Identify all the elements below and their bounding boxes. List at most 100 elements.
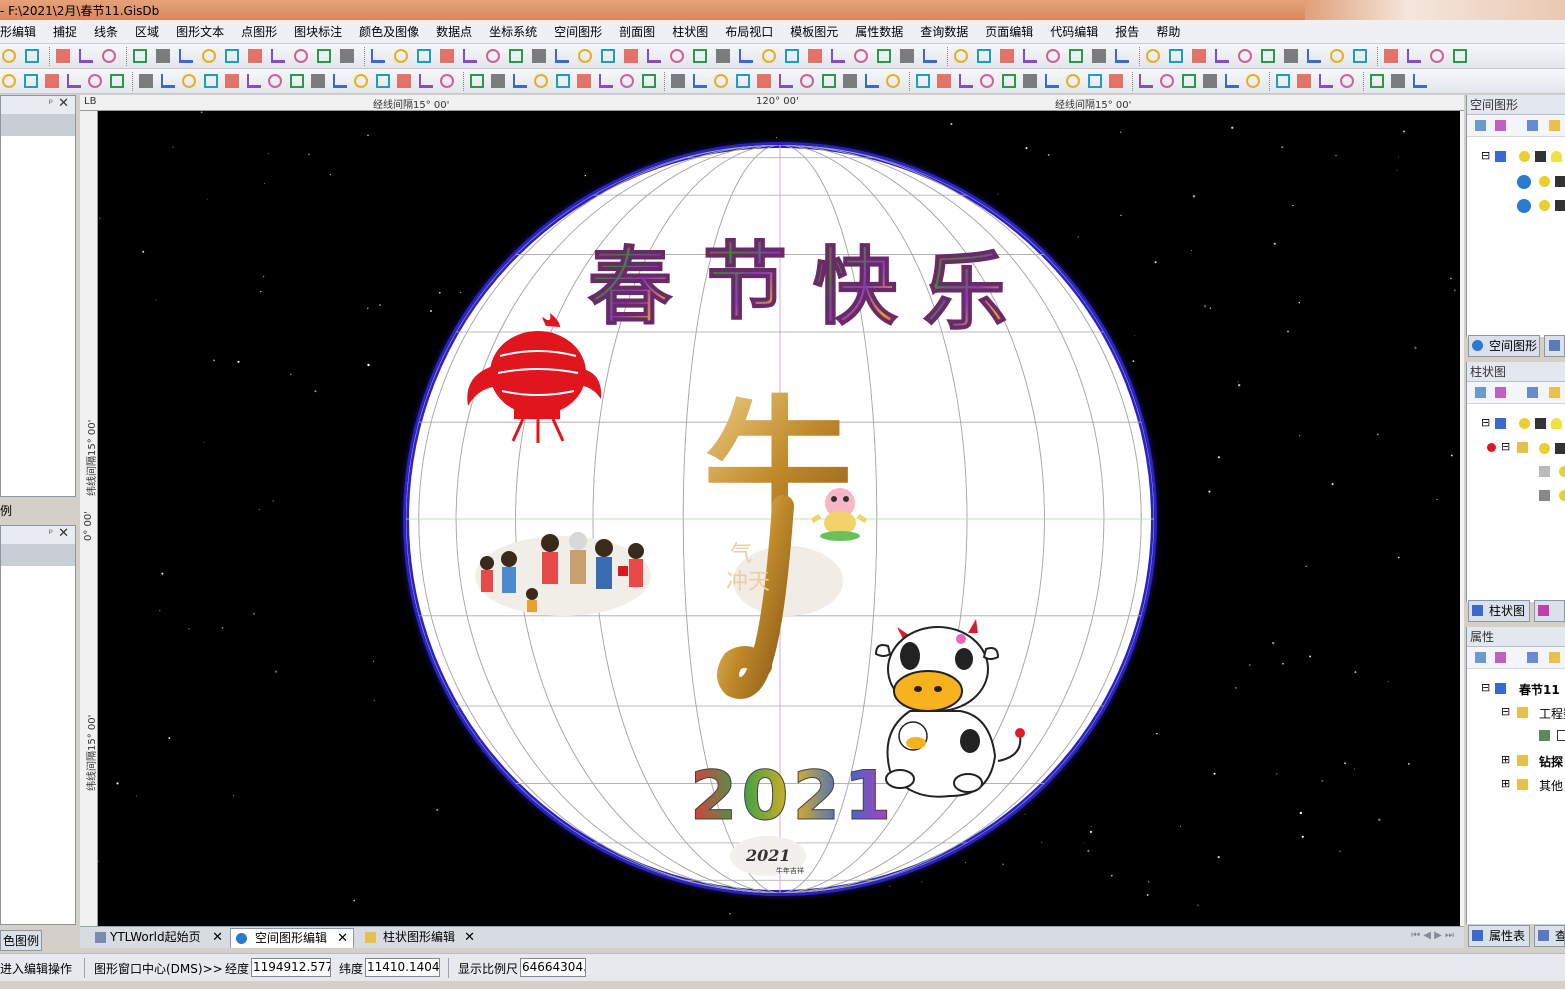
toolbar-tool-icon[interactable] [937,74,951,88]
tab-query[interactable]: 查 [1534,925,1565,947]
toolbar-tool-icon[interactable] [340,49,354,63]
toolbar-tool-icon[interactable] [486,49,500,63]
tab-bar[interactable]: 柱状图 [1468,600,1530,622]
tool-icon[interactable] [1527,120,1538,131]
toolbar-tool-icon[interactable] [735,74,750,88]
toolbar-tool-icon[interactable] [1340,74,1354,88]
toolbar-tool-icon[interactable] [1001,74,1016,88]
toolbar-tool-icon[interactable] [1046,49,1060,63]
lock-icon[interactable] [1535,151,1546,162]
toolbar-tool-icon[interactable] [1353,49,1367,63]
toolbar-tool-icon[interactable] [109,74,124,88]
toolbar-tool-icon[interactable] [778,74,793,88]
toolbar-tool-icon[interactable] [877,49,891,63]
toolbar-tool-icon[interactable] [512,74,527,88]
toolbar-tool-icon[interactable] [2,49,16,63]
toolbar-tool-icon[interactable] [1087,74,1102,88]
tree-root-label[interactable]: 春节11 [1519,681,1560,698]
toolbar-tool-icon[interactable] [225,74,239,88]
toolbar-tool-icon[interactable] [534,74,548,88]
toolbar-tool-icon[interactable] [1384,49,1398,63]
toolbar-tool-icon[interactable] [757,74,771,88]
menu-item-2[interactable]: 线条 [86,21,127,43]
toolbar-tool-icon[interactable] [1215,49,1229,63]
toolbar-tool-icon[interactable] [714,74,728,88]
lock-icon[interactable] [1555,443,1565,454]
toolbar-tool-icon[interactable] [25,49,39,63]
toolbar-tool-icon[interactable] [1092,49,1106,63]
menu-item-19[interactable]: 报告 [1107,21,1148,43]
toolbar-tool-icon[interactable] [440,49,454,63]
visibility-icon[interactable] [1539,200,1550,211]
toolbar-tool-icon[interactable] [354,74,368,88]
toolbar-tool-icon[interactable] [394,49,408,63]
toolbar-tool-icon[interactable] [202,49,216,63]
menu-item-1[interactable]: 捕捉 [45,21,86,43]
toolbar-tool-icon[interactable] [1069,49,1083,63]
menu-item-6[interactable]: 图块标注 [286,21,351,43]
lock-icon[interactable] [1535,418,1546,429]
toolbar-tool-icon[interactable] [958,74,973,88]
toolbar-tool-icon[interactable] [56,49,70,63]
tree-expander[interactable]: ⊟ [1501,440,1510,453]
tab-props[interactable]: 属性表 [1468,925,1530,947]
toolbar-tool-icon[interactable] [808,49,822,63]
toolbar-tool-icon[interactable] [977,49,991,63]
toolbar-tool-icon[interactable] [1430,49,1444,63]
toolbar-tool-icon[interactable] [271,49,285,63]
toolbar-tool-icon[interactable] [577,74,591,88]
toolbar-tool-icon[interactable] [397,74,411,88]
toolbar-tool-icon[interactable] [692,74,707,88]
folder-icon[interactable] [1549,652,1560,663]
toolbar-tool-icon[interactable] [555,49,569,63]
toolbar-tool-icon[interactable] [156,49,170,63]
toolbar-tool-icon[interactable] [133,49,147,63]
toolbar-tool-icon[interactable] [179,49,193,63]
left-panel-tab-legend[interactable]: 色图例 [0,930,43,951]
toolbar-tool-icon[interactable] [641,74,656,88]
status-scale-value[interactable]: 64664304.42 [520,958,586,977]
toolbar-tool-icon[interactable] [248,49,262,63]
toolbar-tool-icon[interactable] [671,74,685,88]
toolbar-tool-icon[interactable] [139,74,153,88]
toolbar-tool-icon[interactable] [1369,74,1384,88]
tab-profile[interactable] [1544,335,1565,357]
toolbar-tool-icon[interactable] [864,74,879,88]
tab-spatial[interactable]: 空间图形 [1468,335,1540,357]
toolbar-tool-icon[interactable] [670,49,684,63]
toolbar-tool-icon[interactable] [491,74,505,88]
menu-item-20[interactable]: 帮助 [1148,21,1189,43]
toolbar-tool-icon[interactable] [1146,49,1160,63]
tree-item-2[interactable]: 钻探 [1539,753,1563,770]
tool-icon[interactable] [1495,387,1506,398]
toolbar-tool-icon[interactable] [1261,49,1275,63]
menu-item-15[interactable]: 属性数据 [847,21,912,43]
toolbar-tool-icon[interactable] [332,74,347,88]
toolbar-tool-icon[interactable] [1330,49,1344,63]
visibility-icon[interactable] [1559,490,1565,501]
toolbar-tool-icon[interactable] [1238,49,1252,63]
menu-item-13[interactable]: 布局视口 [717,21,782,43]
tree-expander[interactable]: ⊞ [1501,753,1510,766]
toolbar-tool-icon[interactable] [1169,49,1183,63]
toolbar-tool-icon[interactable] [693,49,707,63]
tool-icon[interactable] [1527,387,1538,398]
toolbar-tool-icon[interactable] [1066,74,1080,88]
toolbar-tool-icon[interactable] [821,74,836,88]
toolbar-tool-icon[interactable] [1023,49,1037,63]
tool-icon[interactable] [1475,120,1486,131]
toolbar-tool-icon[interactable] [739,49,753,63]
toolbar-tool-icon[interactable] [1391,74,1405,88]
toolbar-tool-icon[interactable] [66,74,81,88]
toolbar-tool-icon[interactable] [831,49,845,63]
toolbar-tool-icon[interactable] [225,49,239,63]
close-icon[interactable]: ✕ [58,96,69,111]
toolbar-tool-icon[interactable] [1246,74,1260,88]
toolbar-tool-icon[interactable] [923,49,937,63]
toolbar-tool-icon[interactable] [1407,49,1421,63]
toolbar-tool-icon[interactable] [1307,49,1321,63]
toolbar-tool-icon[interactable] [1284,49,1298,63]
pin-icon[interactable]: ᵖ [49,528,53,539]
tree-expander[interactable]: ⊞ [1501,777,1510,790]
tab-spatial-edit[interactable]: 空间图形编辑 ✕ [230,928,354,948]
